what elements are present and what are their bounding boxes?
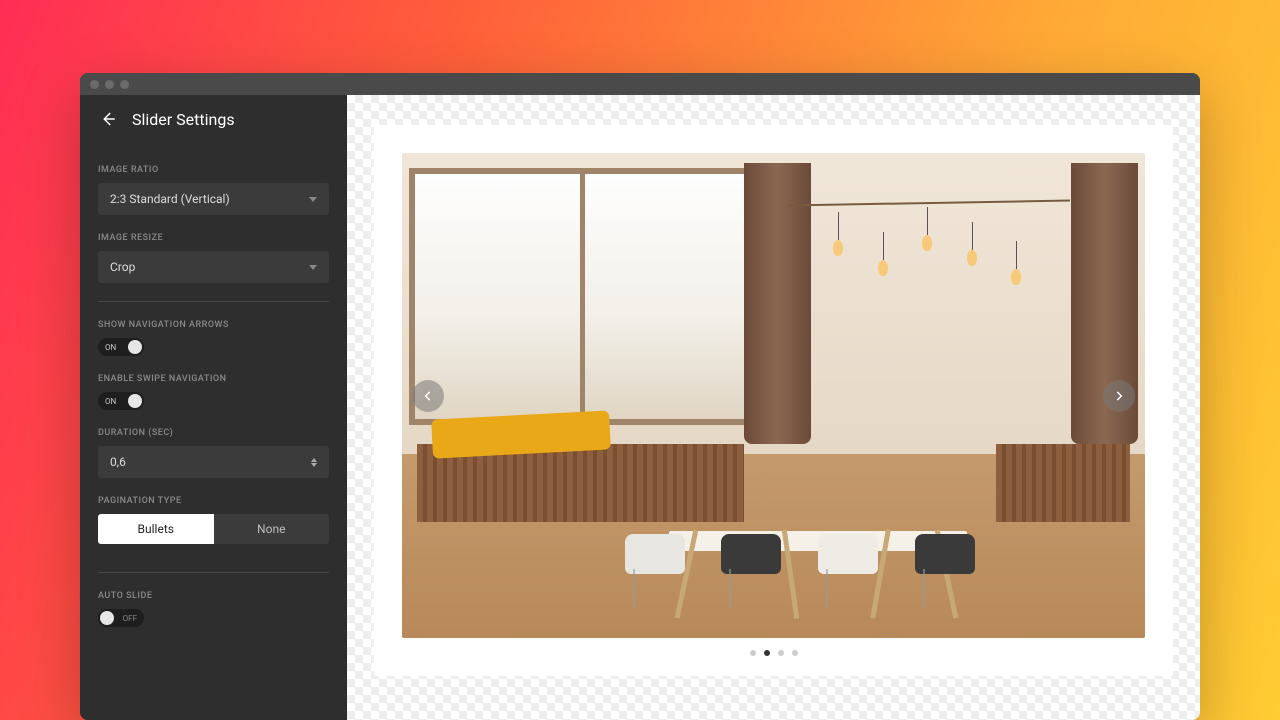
pagination-none-button[interactable]: None <box>214 514 330 544</box>
duration-label: DURATION (SEC) <box>98 428 329 438</box>
toggle-knob <box>128 340 142 354</box>
window-max-dot[interactable] <box>120 80 129 89</box>
sidebar-header: Slider Settings <box>80 95 347 147</box>
window-close-dot[interactable] <box>90 80 99 89</box>
pagination-segmented: Bullets None <box>98 514 329 544</box>
show-arrows-label: SHOW NAVIGATION ARROWS <box>98 320 329 330</box>
auto-slide-toggle[interactable]: OFF <box>98 609 144 627</box>
image-ratio-label: IMAGE RATIO <box>98 165 329 175</box>
pagination-bullets-button[interactable]: Bullets <box>98 514 214 544</box>
slider-bullet[interactable] <box>750 650 756 656</box>
window-min-dot[interactable] <box>105 80 114 89</box>
titlebar <box>80 73 1200 95</box>
panel-title: Slider Settings <box>132 110 235 129</box>
toggle-knob <box>100 611 114 625</box>
workspace: Slider Settings IMAGE RATIO 2:3 Standard… <box>80 95 1200 720</box>
settings-sidebar: Slider Settings IMAGE RATIO 2:3 Standard… <box>80 95 347 720</box>
toggle-text: ON <box>105 397 116 406</box>
chevron-down-icon <box>311 463 317 467</box>
slider-prev-button[interactable] <box>412 380 444 412</box>
controls: IMAGE RATIO 2:3 Standard (Vertical) IMAG… <box>80 147 347 720</box>
preview-canvas <box>347 95 1200 720</box>
divider <box>98 301 329 302</box>
image-resize-label: IMAGE RESIZE <box>98 233 329 243</box>
slider-bullets <box>402 650 1145 656</box>
slider-next-button[interactable] <box>1103 380 1135 412</box>
swipe-toggle[interactable]: ON <box>98 392 144 410</box>
slider-bullet[interactable] <box>792 650 798 656</box>
arrow-left-icon <box>99 110 117 128</box>
chevron-right-icon <box>1112 389 1126 403</box>
duration-input-wrap <box>98 446 329 478</box>
image-ratio-value: 2:3 Standard (Vertical) <box>110 192 230 206</box>
app-window: Slider Settings IMAGE RATIO 2:3 Standard… <box>80 73 1200 720</box>
duration-input[interactable] <box>110 455 311 469</box>
divider <box>98 572 329 573</box>
image-ratio-select[interactable]: 2:3 Standard (Vertical) <box>98 183 329 215</box>
chevron-left-icon <box>421 389 435 403</box>
duration-stepper[interactable] <box>311 458 317 467</box>
back-button[interactable] <box>98 109 118 129</box>
slider-bullet[interactable] <box>778 650 784 656</box>
toggle-text: OFF <box>123 614 137 623</box>
auto-slide-label: AUTO SLIDE <box>98 591 329 601</box>
toggle-text: ON <box>105 343 116 352</box>
chevron-up-icon <box>311 458 317 462</box>
pagination-label: PAGINATION TYPE <box>98 496 329 506</box>
chevron-down-icon <box>309 265 317 270</box>
toggle-knob <box>128 394 142 408</box>
chevron-down-icon <box>309 197 317 202</box>
slide-image <box>402 153 1145 638</box>
image-resize-value: Crop <box>110 260 135 274</box>
swipe-label: ENABLE SWIPE NAVIGATION <box>98 374 329 384</box>
image-resize-select[interactable]: Crop <box>98 251 329 283</box>
show-arrows-toggle[interactable]: ON <box>98 338 144 356</box>
slider-frame <box>374 125 1173 676</box>
slider-bullet[interactable] <box>764 650 770 656</box>
